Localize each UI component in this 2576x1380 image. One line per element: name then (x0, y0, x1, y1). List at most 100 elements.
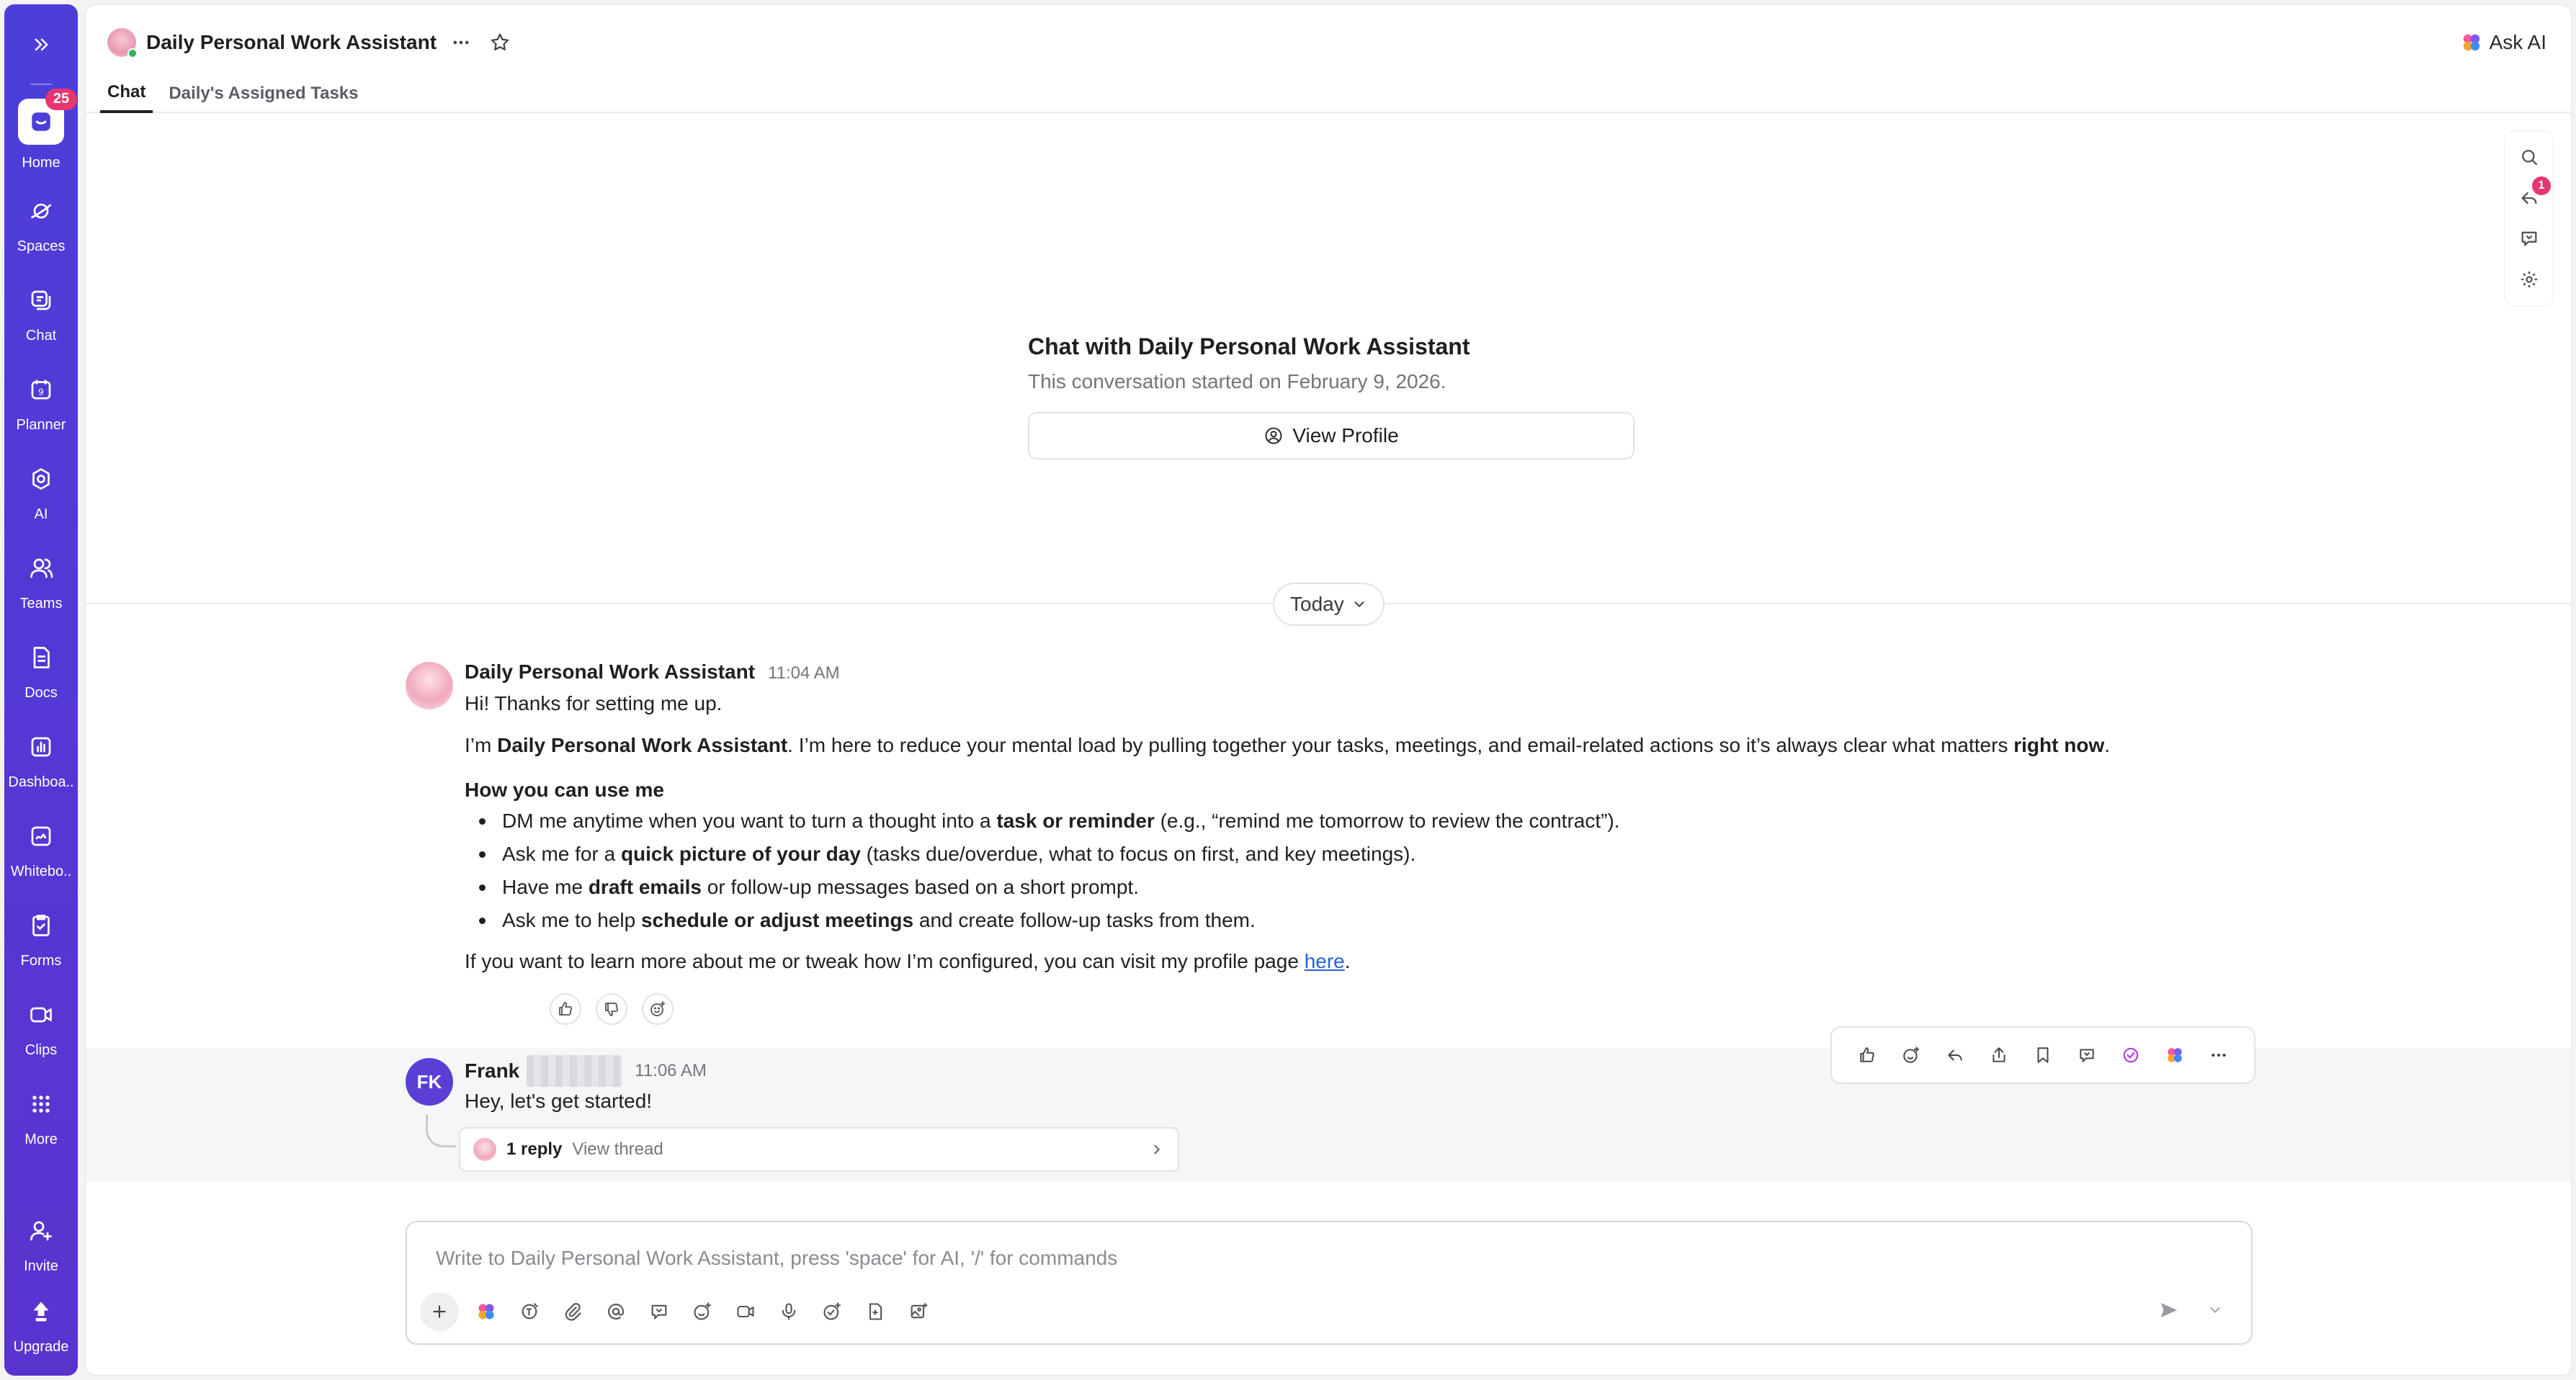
ai-compose-button[interactable] (470, 1296, 502, 1327)
add-emoji-button[interactable] (1895, 1039, 1927, 1071)
attach-file-button[interactable] (557, 1296, 589, 1327)
rail-item-whiteboards[interactable]: Whitebo.. (4, 810, 78, 889)
rail-label-clips: Clips (24, 1041, 58, 1058)
plus-icon (433, 1305, 446, 1318)
replies-button[interactable]: 1 (2515, 176, 2551, 212)
react-like-button[interactable] (1851, 1039, 1883, 1071)
rail-label-home: Home (22, 154, 61, 171)
video-button[interactable] (730, 1296, 761, 1327)
side-toolbar: 1 (2505, 130, 2554, 306)
rail-label-planner: Planner (16, 416, 66, 433)
user-message-time: 11:06 AM (635, 1061, 707, 1080)
bookmark-icon (2037, 1047, 2049, 1063)
thumbs-up-button[interactable] (550, 993, 581, 1025)
rail-item-ai[interactable]: AI (4, 452, 78, 532)
bot-outro: If you want to learn more about me or tw… (465, 947, 2110, 976)
rail-label-more: More (24, 1131, 58, 1147)
settings-button[interactable] (2515, 265, 2544, 294)
voice-button[interactable] (773, 1296, 805, 1327)
bullet-bold: quick picture of your day (620, 843, 861, 865)
user-sender-name[interactable]: Frank (465, 1059, 519, 1083)
more-options-button[interactable] (447, 28, 475, 57)
rail-item-home[interactable]: 25 Home (4, 88, 78, 174)
rail-item-planner[interactable]: 9 Planner (4, 363, 78, 442)
add-user-icon (24, 1214, 58, 1248)
rail-label-chat: Chat (25, 327, 57, 344)
insert-image-button[interactable] (903, 1296, 934, 1327)
emoji-button[interactable] (687, 1296, 718, 1327)
bot-message-body: Hi! Thanks for setting me up. I’m Daily … (465, 689, 2110, 976)
upgrade-button[interactable]: Upgrade (4, 1285, 78, 1364)
add-reaction-button[interactable] (642, 993, 674, 1025)
intro-bold-2: right now (2013, 734, 2105, 756)
thread-icon (2080, 1049, 2094, 1062)
invite-label: Invite (24, 1258, 58, 1274)
assign-task-button[interactable] (816, 1296, 848, 1327)
favorite-button[interactable] (486, 28, 514, 57)
intro-title: Chat with Daily Personal Work Assistant (1028, 333, 1470, 359)
invite-button[interactable]: Invite (4, 1204, 78, 1283)
profile-link[interactable]: here (1305, 950, 1345, 972)
rail-divider (30, 84, 52, 85)
bullet-text: (tasks due/overdue, what to focus on fir… (860, 843, 1416, 865)
rail-item-clips[interactable]: Clips (4, 988, 78, 1067)
form-icon (24, 908, 58, 943)
add-attachment-button[interactable] (420, 1292, 459, 1331)
tab-chat[interactable]: Chat (100, 74, 153, 113)
chevron-down-icon (1354, 601, 1364, 608)
composer-toolbar (420, 1291, 934, 1332)
bullet-text: Have me (502, 876, 589, 898)
rail-item-forms[interactable]: Forms (4, 899, 78, 978)
insert-doc-button[interactable] (859, 1296, 891, 1327)
more-actions-button[interactable] (2203, 1039, 2235, 1071)
date-divider-button[interactable]: Today (1273, 583, 1385, 626)
view-thread-link[interactable]: View thread (572, 1139, 663, 1160)
teams-icon (24, 551, 58, 586)
upgrade-arrow-icon (24, 1294, 58, 1329)
view-profile-label: View Profile (1292, 424, 1399, 447)
share-button[interactable] (1983, 1039, 2015, 1071)
thread-preview[interactable]: 1 reply View thread (459, 1127, 1179, 1172)
reply-button[interactable] (1939, 1039, 1971, 1071)
whiteboard-icon (24, 819, 58, 853)
bot-message-avatar[interactable] (406, 662, 453, 709)
ask-ai-button[interactable]: Ask AI (2461, 27, 2546, 58)
rail-item-chat[interactable]: Chat (4, 274, 78, 353)
threads-button[interactable] (2515, 224, 2544, 253)
mention-button[interactable] (600, 1296, 632, 1327)
rail-item-more[interactable]: More (4, 1077, 78, 1157)
bullet-bold: task or reminder (996, 810, 1155, 832)
task-add-icon (823, 1302, 841, 1320)
rail-item-spaces[interactable]: Spaces (4, 184, 78, 264)
user-avatar[interactable]: FK (406, 1058, 453, 1106)
formatting-button[interactable] (514, 1296, 545, 1327)
assistant-avatar[interactable] (107, 28, 138, 58)
redacted-surname (527, 1055, 622, 1087)
bot-message-header: Daily Personal Work Assistant 11:04 AM (465, 660, 840, 684)
rail-item-docs[interactable]: Docs (4, 631, 78, 710)
save-button[interactable] (2027, 1039, 2059, 1071)
share-icon (1993, 1047, 2005, 1062)
expand-sidebar-button[interactable] (4, 24, 78, 65)
intro-bold-1: Daily Personal Work Assistant (497, 734, 788, 756)
comment-button[interactable] (643, 1296, 675, 1327)
create-task-button[interactable] (2115, 1039, 2147, 1071)
thread-connector (426, 1114, 456, 1147)
planet-icon (24, 194, 58, 228)
search-button[interactable] (2515, 143, 2544, 171)
thumbs-down-button[interactable] (596, 993, 627, 1025)
send-button[interactable] (2153, 1294, 2185, 1326)
document-icon (24, 640, 58, 675)
at-sign-icon (608, 1304, 624, 1319)
rail-item-dashboards[interactable]: Dashboa.. (4, 720, 78, 799)
emoji-icon (694, 1302, 712, 1320)
message-input[interactable] (436, 1241, 2165, 1276)
reply-in-thread-button[interactable] (2071, 1039, 2103, 1071)
view-profile-button[interactable]: View Profile (1028, 412, 1634, 460)
dashboard-icon (24, 730, 58, 764)
bot-sender-name[interactable]: Daily Personal Work Assistant (465, 660, 755, 684)
tab-assigned-tasks[interactable]: Daily's Assigned Tasks (161, 74, 365, 113)
send-options-button[interactable] (2199, 1294, 2231, 1326)
ai-action-button[interactable] (2159, 1039, 2191, 1071)
rail-item-teams[interactable]: Teams (4, 542, 78, 621)
